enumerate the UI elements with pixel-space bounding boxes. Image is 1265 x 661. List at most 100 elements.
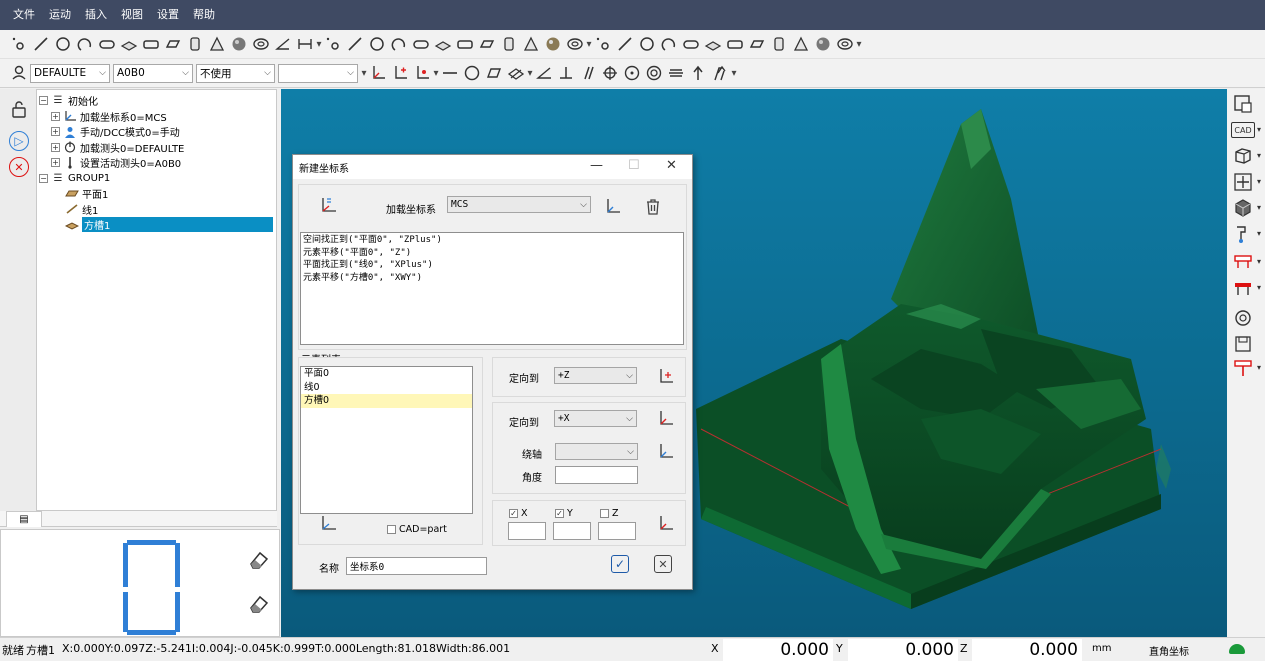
point-icon[interactable] [8,33,30,55]
section-red-icon[interactable] [1231,251,1255,273]
symmetry-icon[interactable] [665,62,687,84]
y-checkbox[interactable]: ✓ Y [555,508,573,519]
section-plane-icon[interactable] [1231,357,1255,379]
line-construct-icon[interactable] [614,33,636,55]
load-cs-select[interactable]: MCS ⌵ [447,196,591,213]
arc-construct-icon[interactable] [658,33,680,55]
list-item[interactable]: 线0 [301,381,472,395]
menu-motion[interactable]: 运动 [42,0,78,30]
save-view-icon[interactable] [1231,333,1255,355]
expand-icon[interactable]: + [51,142,60,152]
x-checkbox[interactable]: ✓ X [509,508,528,519]
perpendicularity-icon[interactable] [555,62,577,84]
section-red-bar-icon[interactable] [1231,277,1255,299]
cs-axis-icon[interactable] [318,196,338,216]
view-cube-icon[interactable] [1231,145,1255,167]
tree-node-group[interactable]: − ☰ GROUP1 [37,171,276,187]
tip-select[interactable]: A0B0 ⌵ [113,63,193,83]
cs-load-icon[interactable] [602,197,622,217]
orient-z-select[interactable]: +Z ⌵ [554,367,637,384]
cs-orient-icon[interactable] [655,409,675,429]
total-runout-icon[interactable] [709,62,731,84]
list-item-selected[interactable]: 方槽0 [301,394,472,408]
maximize-icon[interactable]: ☐ [628,158,640,173]
cone-icon[interactable] [206,33,228,55]
menu-file[interactable]: 文件 [6,0,42,30]
chevron-down-icon[interactable]: ▾ [1257,125,1261,134]
unlock-icon[interactable] [9,99,29,119]
stop-icon[interactable]: ✕ [9,157,29,177]
sphere-icon[interactable] [228,33,250,55]
trash-icon[interactable] [643,197,663,217]
menu-help[interactable]: 帮助 [186,0,222,30]
torus-construct-icon[interactable] [834,33,856,55]
parallelism-icon[interactable] [577,62,599,84]
chevron-down-icon[interactable]: ▾ [1257,151,1261,160]
pan-icon[interactable] [1231,171,1255,193]
chevron-down-icon[interactable]: ▾ [1257,229,1261,238]
cone-measure-icon[interactable] [520,33,542,55]
position-icon[interactable] [599,62,621,84]
expand-icon[interactable]: + [51,127,60,137]
play-icon[interactable]: ▷ [9,131,29,151]
coaxiality-icon[interactable] [643,62,665,84]
mode-select[interactable]: 不使用 ⌵ [196,63,275,83]
sheet-construct-icon[interactable] [746,33,768,55]
angle-input[interactable] [555,466,638,484]
flatness-icon[interactable] [483,62,505,84]
axis-select[interactable]: ⌵ [555,443,638,460]
line-icon[interactable] [30,33,52,55]
roundness-icon[interactable] [461,62,483,84]
toolbar-dropdown-icon[interactable]: ▾ [856,39,862,50]
tree-node-load-cs[interactable]: + 加载坐标系0=MCS [37,109,276,125]
probe-view-icon[interactable] [1231,223,1255,245]
plane-construct-icon[interactable] [702,33,724,55]
point-construct-icon[interactable] [592,33,614,55]
sheet-measure-icon[interactable] [476,33,498,55]
z-checkbox[interactable]: Z [600,508,619,519]
cs-translate-icon[interactable] [655,514,675,534]
menu-view[interactable]: 视图 [114,0,150,30]
cad-icon[interactable]: CAD [1231,122,1255,138]
slot-icon[interactable] [96,33,118,55]
script-textbox[interactable]: 空间找正到("平面0", "ZPlus") 元素平移("平面0", "Z") 平… [300,232,684,345]
sphere-construct-icon[interactable] [812,33,834,55]
angularity-icon[interactable] [533,62,555,84]
chevron-down-icon[interactable]: ▾ [1257,257,1261,266]
cs-rotate-icon[interactable] [655,442,675,462]
arc-measure-icon[interactable] [388,33,410,55]
circle-construct-icon[interactable] [636,33,658,55]
point-measure-icon[interactable] [322,33,344,55]
cs-axis-icon[interactable] [367,62,389,84]
cylinder-icon[interactable] [184,33,206,55]
checkbox-box[interactable]: ✓ [555,509,564,518]
z-input[interactable] [598,522,636,540]
extra-select[interactable]: ⌵ [278,63,358,83]
toolbar-dropdown-icon[interactable]: ▾ [731,68,737,79]
eraser-icon[interactable] [247,592,271,616]
expand-icon[interactable]: + [51,111,60,121]
cs-new-icon[interactable] [389,62,411,84]
chevron-down-icon[interactable]: ▾ [1257,283,1261,292]
checkbox-box[interactable] [600,509,609,518]
slot-construct-icon[interactable] [680,33,702,55]
rect-slot-construct-icon[interactable] [724,33,746,55]
torus-icon[interactable] [250,33,272,55]
plane-measure-icon[interactable] [432,33,454,55]
slot-measure-icon[interactable] [410,33,432,55]
torus-measure-icon[interactable] [564,33,586,55]
runout-icon[interactable] [687,62,709,84]
distance-icon[interactable] [294,33,316,55]
tree-node-plane[interactable]: 平面1 [37,186,276,202]
line-measure-icon[interactable] [344,33,366,55]
cylinder-measure-icon[interactable] [498,33,520,55]
cancel-button[interactable]: ✕ [654,555,672,573]
menu-settings[interactable]: 设置 [150,0,186,30]
tree-node-load-probe[interactable]: + 加载测头0=DEFAULTE [37,140,276,156]
tree-node-line[interactable]: 线1 [37,202,276,218]
close-icon[interactable]: ✕ [666,158,677,173]
chevron-down-icon[interactable]: ▾ [1257,177,1261,186]
probe-select[interactable]: DEFAULTE ⌵ [30,63,110,83]
tree-node-manual-mode[interactable]: + 手动/DCC模式0=手动 [37,124,276,140]
expand-icon[interactable]: + [51,158,60,168]
